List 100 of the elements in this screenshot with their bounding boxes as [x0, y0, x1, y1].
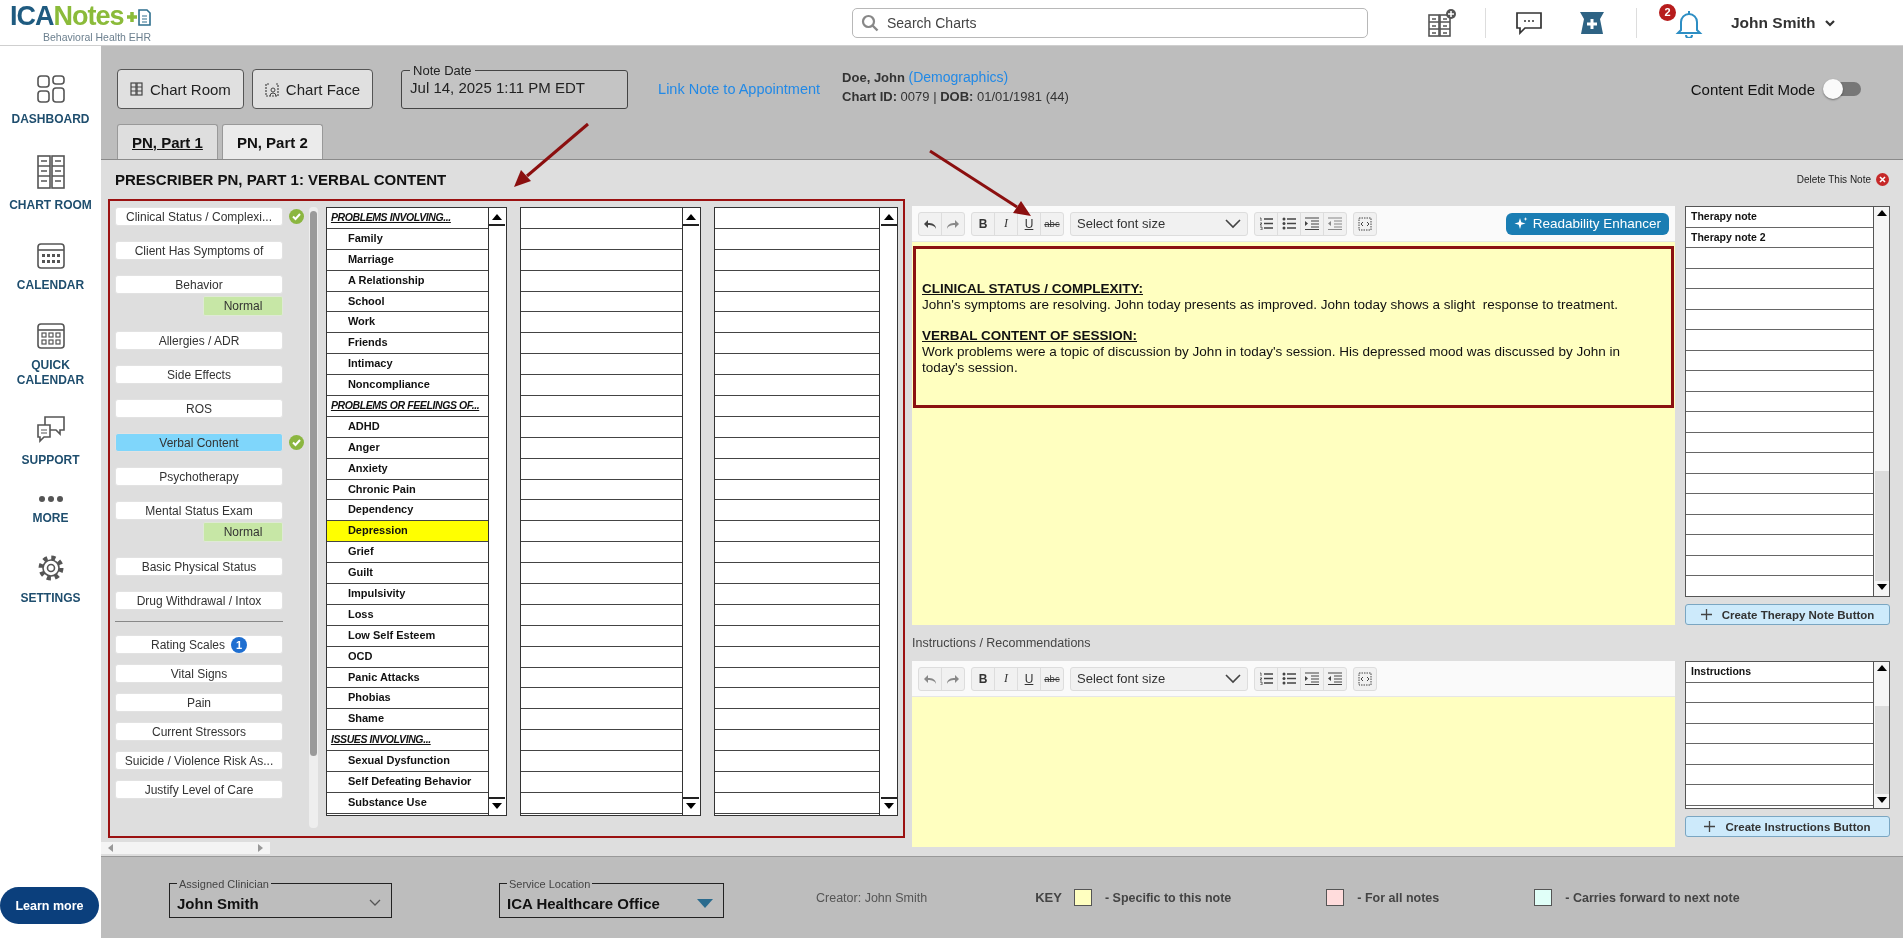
- cabinet-plus-icon[interactable]: [1426, 7, 1456, 38]
- list-item[interactable]: Panic Attacks: [326, 667, 488, 689]
- list-item[interactable]: Impulsivity: [326, 584, 488, 605]
- chevron-down-icon: [369, 899, 381, 907]
- section-button[interactable]: Verbal Content: [115, 433, 283, 452]
- format-button[interactable]: B: [972, 212, 995, 235]
- readability-enhancer-button[interactable]: Readability Enhancer: [1505, 212, 1669, 235]
- section-button[interactable]: Clinical Status / Complexi...: [115, 207, 283, 226]
- list-item[interactable]: Family: [326, 228, 488, 250]
- list-item[interactable]: Guilt: [326, 563, 488, 585]
- create-therapy-note-button[interactable]: Create Therapy Note Button: [1685, 604, 1890, 625]
- nav-item[interactable]: CHART ROOM: [2, 154, 99, 213]
- section-button[interactable]: Behavior: [115, 275, 283, 294]
- delete-note-link[interactable]: Delete This Note: [1796, 174, 1871, 185]
- create-instructions-button[interactable]: Create Instructions Button: [1685, 816, 1890, 837]
- tab[interactable]: PN, Part 1: [117, 124, 218, 159]
- list-item[interactable]: Shame: [326, 709, 488, 731]
- list-item[interactable]: Anger: [326, 437, 488, 459]
- key-text: - Carries forward to next note: [1565, 890, 1740, 905]
- toggle-switch[interactable]: [1825, 82, 1861, 96]
- plus-document-icon: [124, 6, 151, 27]
- list-item[interactable]: Self Defeating Behavior: [326, 772, 488, 793]
- nav-item[interactable]: CALENDAR: [2, 240, 99, 293]
- close-icon[interactable]: [1876, 173, 1889, 186]
- field-value: John Smith: [177, 894, 259, 912]
- scroll-right-icon[interactable]: [256, 843, 264, 853]
- chat-icon[interactable]: [1515, 10, 1543, 35]
- notification-badge: 2: [1659, 3, 1676, 21]
- note-date-field[interactable]: Note Date Jul 14, 2025 1:11 PM EDT: [401, 63, 629, 109]
- section-button[interactable]: Drug Withdrawal / Intox: [115, 591, 283, 610]
- font-size-select[interactable]: Select font size: [1070, 666, 1248, 691]
- toolbar-button[interactable]: Chart Face: [251, 69, 374, 109]
- list-item[interactable]: Friends: [326, 333, 488, 355]
- field-label: Service Location: [508, 877, 592, 890]
- list-item[interactable]: Intimacy: [326, 354, 488, 376]
- search-field[interactable]: Search Charts: [852, 7, 1368, 38]
- section-button[interactable]: Justify Level of Care: [115, 780, 283, 799]
- list-item[interactable]: A Relationship: [326, 270, 488, 292]
- scroll-left-icon[interactable]: [107, 843, 115, 853]
- patient-name: Doe, John: [842, 70, 905, 85]
- nav-item[interactable]: SETTINGS: [2, 553, 99, 606]
- scrollbar[interactable]: [1874, 207, 1889, 596]
- list-item[interactable]: OCD: [326, 646, 488, 668]
- field-value: Jul 14, 2025 1:11 PM EDT: [410, 79, 585, 96]
- list-item[interactable]: Work: [326, 312, 488, 334]
- section-button[interactable]: Basic Physical Status: [115, 557, 283, 576]
- list-item[interactable]: Substance Use: [326, 792, 488, 814]
- list-item[interactable]: ADHD: [326, 416, 488, 438]
- format-button[interactable]: U: [1018, 667, 1041, 690]
- field-label: Assigned Clinician: [178, 877, 270, 890]
- list-item[interactable]: Phobias: [326, 688, 488, 710]
- horizontal-scrollbar[interactable]: [101, 842, 270, 854]
- tab[interactable]: PN, Part 2: [221, 124, 323, 159]
- nav-item[interactable]: MORE: [2, 495, 99, 526]
- note-text-area[interactable]: [913, 246, 1674, 408]
- section-button[interactable]: Vital Signs: [115, 664, 283, 683]
- list-item[interactable]: School: [326, 291, 488, 313]
- section-button[interactable]: Psychotherapy: [115, 467, 283, 486]
- user-menu[interactable]: John Smith: [1731, 13, 1816, 32]
- list-item[interactable]: Marriage: [326, 249, 488, 271]
- section-button[interactable]: Current Stressors: [115, 722, 283, 741]
- service-location-select[interactable]: Service Location ICA Healthcare Office: [499, 877, 724, 918]
- list-item[interactable]: Anxiety: [326, 458, 488, 480]
- nav-item[interactable]: SUPPORT: [2, 415, 99, 468]
- chevron-down-icon[interactable]: [1824, 17, 1837, 28]
- cabinet-icon: [130, 82, 143, 96]
- list-item[interactable]: Noncompliance: [326, 375, 488, 396]
- list-heading: PROBLEMS OR FEELINGS OF...: [326, 396, 488, 417]
- list-item[interactable]: Grief: [326, 542, 488, 564]
- nav-item[interactable]: DASHBOARD: [2, 74, 99, 127]
- list-item[interactable]: Depression: [326, 521, 488, 543]
- note-paragraph: John's symptoms are resolving. John today presents as improved. John today shows a slight response to treatment.: [922, 297, 1619, 313]
- list-item[interactable]: Therapy note: [1686, 207, 1873, 228]
- field-value: ICA Healthcare Office: [507, 894, 660, 912]
- list-item[interactable]: Chronic Pain: [326, 479, 488, 501]
- section-button[interactable]: ROS: [115, 399, 283, 418]
- format-button[interactable]: abc: [1041, 667, 1063, 690]
- section-button[interactable]: Allergies / ADR: [115, 331, 283, 350]
- scrollbar[interactable]: [1874, 662, 1889, 808]
- list-item[interactable]: Therapy note 2: [1686, 227, 1873, 248]
- section-button[interactable]: Pain: [115, 693, 283, 712]
- toolbar-button[interactable]: Chart Room: [117, 69, 244, 109]
- format-button[interactable]: B: [972, 667, 995, 690]
- section-button[interactable]: Client Has Symptoms of: [115, 241, 283, 260]
- format-button[interactable]: abc: [1041, 212, 1063, 235]
- list-item[interactable]: Loss: [326, 604, 488, 626]
- list-item[interactable]: Sexual Dysfunction: [326, 751, 488, 773]
- assigned-clinician-select[interactable]: Assigned Clinician John Smith: [169, 877, 392, 918]
- nav-item[interactable]: QUICK CALENDAR: [2, 320, 99, 388]
- chevron-down-icon: [1225, 218, 1241, 229]
- key-text: - Specific to this note: [1104, 890, 1232, 905]
- section-button[interactable]: Side Effects: [115, 365, 283, 384]
- section-button[interactable]: Rating Scales 1: [115, 635, 283, 654]
- learn-more-button[interactable]: Learn more: [0, 887, 99, 924]
- scrollbar[interactable]: [308, 207, 318, 828]
- section-button[interactable]: Mental Status Exam: [115, 501, 283, 520]
- font-size-select[interactable]: Select font size: [1070, 211, 1248, 236]
- list-item[interactable]: Low Self Esteem: [326, 625, 488, 647]
- format-button[interactable]: I: [995, 667, 1018, 690]
- section-button[interactable]: Suicide / Violence Risk As...: [115, 751, 283, 770]
